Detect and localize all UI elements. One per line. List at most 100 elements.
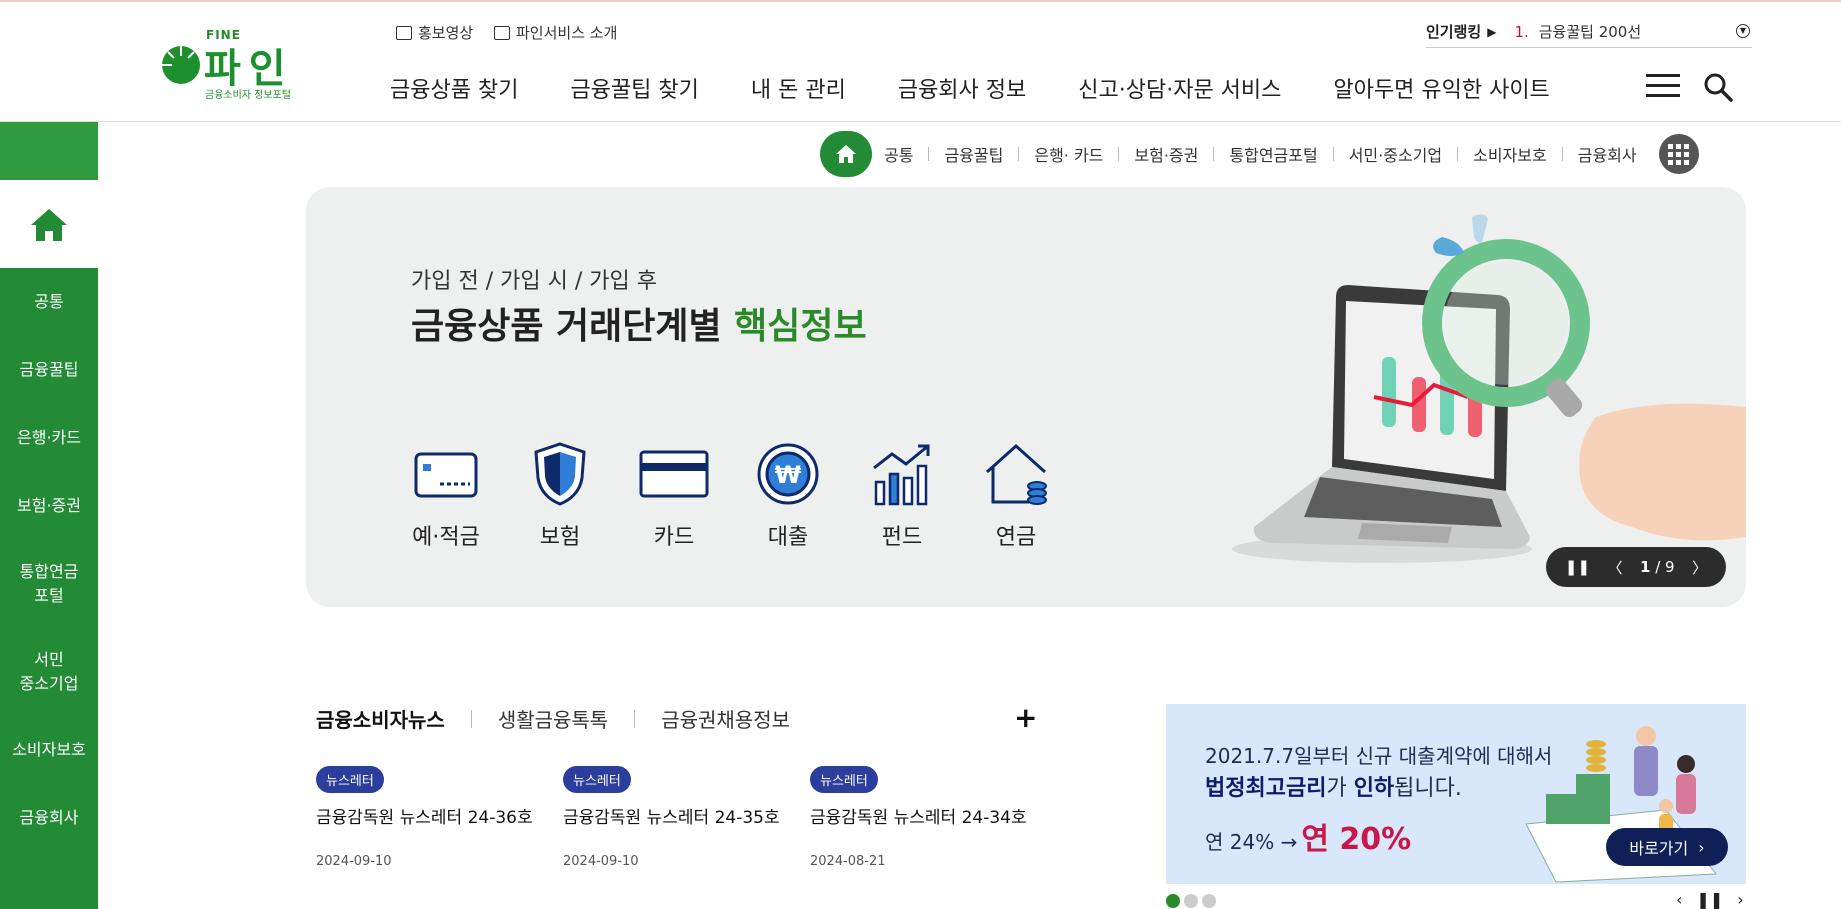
news-badge: 뉴스레터 [810,766,878,793]
home-icon [836,145,856,163]
tab-consumer-news[interactable]: 금융소비자뉴스 [308,704,453,735]
news-item[interactable]: 뉴스레터 금융감독원 뉴스레터 24-35호 2024-09-10 [563,766,793,869]
gnb-item-tips-search[interactable]: 금융꿀팁 찾기 [570,72,698,104]
chevron-right-icon[interactable]: 〉 [1692,557,1707,578]
tab-life-finance[interactable]: 생활금융톡톡 [498,704,608,733]
chevron-right-icon: › [1698,837,1705,857]
sidebar-item-small-business[interactable]: 서민 중소기업 [0,628,98,716]
quicknav-item[interactable]: 서민·중소기업 [1349,142,1442,166]
sidebar-item-consumer-protection[interactable]: 소비자보호 [0,716,98,784]
gnb-item-money-management[interactable]: 내 돈 관리 [751,72,846,104]
banner-title-highlight: 핵심정보 [734,306,867,347]
menu-icon[interactable] [1646,74,1680,98]
main-banner: 가입 전 / 가입 시 / 가입 후 금융상품 거래단계별 핵심정보 예·적금 … [306,187,1746,607]
ad-line2: 법정최고금리가 인하됩니다. [1205,770,1462,802]
util-link-label: 파인서비스 소개 [516,24,618,42]
ad-dot[interactable] [1166,894,1180,908]
category-fund[interactable]: 펀드 [867,439,937,551]
news-date: 2024-08-21 [810,854,886,869]
quicknav-item[interactable]: 통합연금포털 [1229,142,1317,166]
svg-text:₩: ₩ [775,461,802,489]
category-insurance[interactable]: 보험 [525,439,595,551]
sidebar-home[interactable] [0,182,98,268]
banner-title: 금융상품 거래단계별 핵심정보 [411,297,867,349]
chevron-right-icon[interactable]: › [1737,890,1743,909]
category-loan[interactable]: ₩ 대출 [753,439,823,551]
sidebar-item-insurance-securities[interactable]: 보험·증권 [0,472,98,540]
news-item[interactable]: 뉴스레터 금융감독원 뉴스레터 24-36호 2024-09-10 [316,766,546,869]
ad-go-label: 바로가기 [1629,839,1689,858]
news-item[interactable]: 뉴스레터 금융감독원 뉴스레터 24-34호 2024-08-21 [810,766,1040,869]
util-link-service-intro[interactable]: 파인서비스 소개 [494,22,617,43]
product-categories: 예·적금 보험 카드 ₩ 대출 펀드 연금 [411,439,1051,551]
category-label: 대출 [767,525,809,550]
pause-icon[interactable]: ❚❚ [1696,890,1723,909]
category-label: 예·적금 [412,525,480,550]
quicknav-home-button[interactable] [820,131,872,177]
ad-rate-from: 연 24% → [1205,830,1298,854]
chevron-left-icon[interactable]: ‹ [1676,890,1682,909]
bankbook-icon [411,439,481,509]
search-icon[interactable] [1703,72,1733,102]
sidebar-item-financial-company[interactable]: 금융회사 [0,784,98,852]
ad-dot[interactable] [1184,894,1198,908]
sidebar-header [0,122,98,182]
quick-nav: 공통 금융꿀팁 은행· 카드 보험·증권 통합연금포털 서민·중소기업 소비자보… [820,131,1699,177]
ranking-arrow-icon: ▶ [1487,24,1497,39]
sidebar-item-pension-portal[interactable]: 통합연금 포털 [0,540,98,628]
sidebar-item-common[interactable]: 공통 [0,268,98,336]
quicknav-item[interactable]: 금융꿀팁 [944,142,1003,166]
tab-recruitment[interactable]: 금융권채용정보 [661,704,790,733]
site-logo[interactable]: FINE 파인 금융소비자 정보포털 [160,26,300,102]
won-coin-icon: ₩ [753,439,823,509]
divider [1018,147,1020,161]
ad-go-button[interactable]: 바로가기 › [1606,828,1728,866]
quicknav-item[interactable]: 금융회사 [1578,142,1637,166]
ranking-text: 금융꿀팁 200선 [1538,23,1642,41]
divider [1213,147,1215,161]
category-pension[interactable]: 연금 [981,439,1051,551]
sidebar-item-tips[interactable]: 금융꿀팁 [0,336,98,404]
quicknav-item[interactable]: 은행· 카드 [1034,142,1103,166]
pause-icon[interactable]: ❚❚ [1565,558,1590,576]
category-label: 연금 [995,525,1037,550]
quicknav-item[interactable]: 보험·증권 [1134,142,1198,166]
ad-line2-bold2: 인하 [1353,776,1395,801]
news-date: 2024-09-10 [316,854,392,869]
category-label: 펀드 [881,525,923,550]
gnb-item-report-consult[interactable]: 신고·상담·자문 서비스 [1078,72,1281,104]
news-tabs: 금융소비자뉴스 생활금융톡톡 금융권채용정보 [308,704,790,735]
ad-line3: 연 24% → 연 20% [1205,814,1411,858]
ad-line1: 2021.7.7일부터 신규 대출계약에 대해서 [1205,744,1553,768]
news-badge: 뉴스레터 [563,766,631,793]
ad-line2-mid: 가 [1326,776,1354,801]
ad-line2-bold1: 법정최고금리 [1205,776,1327,801]
util-link-promo-video[interactable]: 홍보영상 [396,22,473,43]
gnb-item-product-search[interactable]: 금융상품 찾기 [390,72,518,104]
category-card[interactable]: 카드 [639,439,709,551]
ad-line2-end: 됩니다. [1394,776,1462,801]
gnb-item-useful-sites[interactable]: 알아두면 유익한 사이트 [1333,72,1549,104]
logo-subtitle: 금융소비자 정보포털 [205,90,291,101]
interest-rate-ad: 2021.7.7일부터 신규 대출계약에 대해서 법정최고금리가 인하됩니다. … [1166,704,1746,884]
divider [1332,147,1334,161]
video-icon [396,25,412,40]
chevron-down-icon[interactable]: ▼ [1736,24,1750,38]
all-menu-grid-icon[interactable] [1658,134,1699,174]
laptop-magnifier-illustration [1232,214,1746,563]
popular-ranking[interactable]: 인기랭킹 ▶ 1. 금융꿀팁 200선 ▼ [1426,16,1752,48]
more-plus-button[interactable]: + [1014,701,1037,734]
quicknav-item[interactable]: 소비자보호 [1473,142,1547,166]
util-link-label: 홍보영상 [418,24,474,42]
news-title: 금융감독원 뉴스레터 24-36호 [316,808,533,828]
chevron-left-icon[interactable]: 〈 [1607,557,1622,578]
ad-dot[interactable] [1202,894,1216,908]
banner-pagination: 1 / 9 [1640,558,1675,576]
shield-icon [525,439,595,509]
ad-pagination-dots [1166,894,1216,908]
banner-title-main: 금융상품 거래단계별 [411,306,735,347]
sidebar-item-bank-card[interactable]: 은행·카드 [0,404,98,472]
gnb-item-company-info[interactable]: 금융회사 정보 [898,72,1026,104]
quicknav-item[interactable]: 공통 [884,142,913,166]
category-deposit[interactable]: 예·적금 [411,439,481,551]
